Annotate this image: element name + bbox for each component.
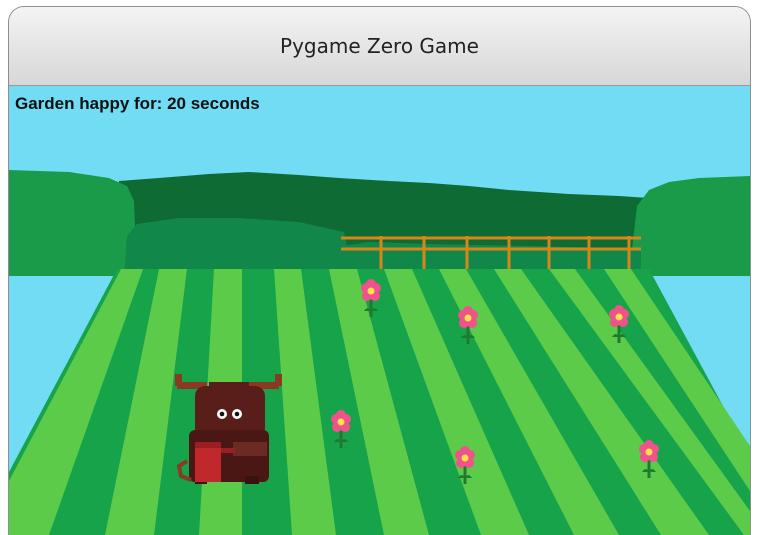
garden-scene [9,86,750,535]
mid-hedge [124,218,354,276]
status-text: Garden happy for: 20 seconds [15,94,260,113]
window-title: Pygame Zero Game [280,34,479,58]
title-bar[interactable]: Pygame Zero Game [9,7,750,86]
game-canvas[interactable]: Garden happy for: 20 seconds [9,86,750,535]
game-window: Pygame Zero Game Garden happy for: 20 se… [8,6,751,535]
left-bank [9,170,137,276]
